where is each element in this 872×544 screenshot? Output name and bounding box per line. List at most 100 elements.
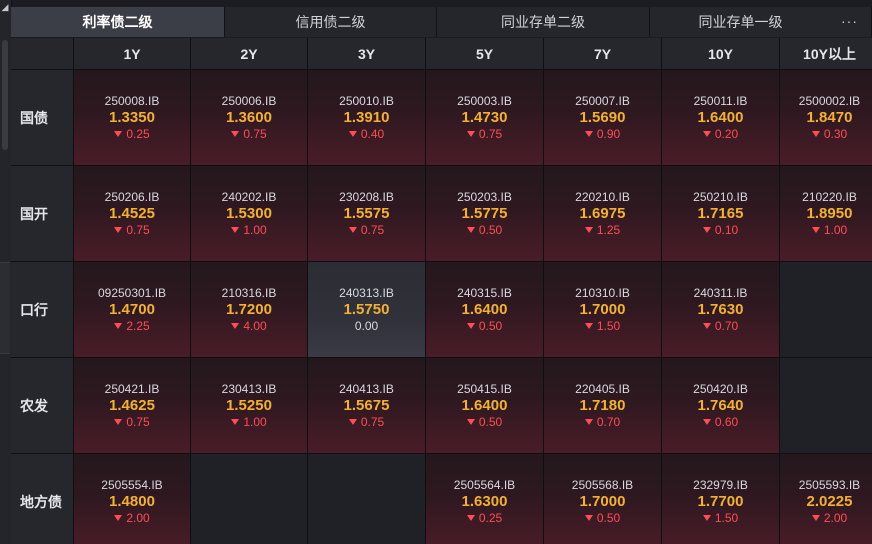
yield-rate: 1.4700 [109,300,155,318]
quote-cell[interactable]: 2500002.IB 1.8470 0.30 [780,70,872,165]
change-bp: 0.75 [114,223,150,238]
quote-cell[interactable]: 250007.IB 1.5690 0.90 [544,70,661,165]
bond-code: 250420.IB [693,381,748,396]
collapse-arrow-icon[interactable]: ◢ [0,0,10,14]
down-triangle-icon [702,131,711,137]
bond-code: 250006.IB [221,93,277,108]
bond-code: 230208.IB [339,189,394,204]
quote-cell[interactable]: 210316.IB 1.7200 4.00 [191,262,307,357]
quote-cell[interactable]: 250206.IB 1.4525 0.75 [74,166,190,261]
yield-rate: 1.6975 [579,204,626,222]
yield-rate: 1.3350 [109,108,155,126]
down-triangle-icon [114,515,123,521]
quote-cell[interactable]: 250420.IB 1.7640 0.60 [662,358,779,453]
column-header[interactable]: 2Y [191,38,307,69]
yield-rate: 1.4800 [109,492,155,510]
column-header[interactable]: 10Y以上 [780,38,872,69]
quote-cell[interactable]: 240311.IB 1.7630 0.70 [662,262,779,357]
row-header: 农发 [11,358,73,453]
change-value: 0.50 [478,318,503,333]
quote-cell[interactable]: 250010.IB 1.3910 0.40 [308,70,425,165]
change-bp: 1.50 [702,510,739,526]
bond-code: 232979.IB [693,477,748,492]
down-triangle-icon [231,227,240,233]
down-triangle-icon [584,515,593,521]
quote-cell[interactable]: 2505568.IB 1.7000 0.50 [544,454,661,544]
quote-cell[interactable]: 240413.IB 1.5675 0.75 [308,358,425,453]
column-header[interactable]: 3Y [308,38,425,69]
quote-cell[interactable]: 2505554.IB 1.4800 2.00 [74,454,190,544]
change-bp: 0.75 [231,127,267,142]
yield-rate: 1.7200 [226,300,272,318]
change-value: 0.50 [596,510,621,525]
change-value: 0.60 [714,414,739,429]
quote-cell[interactable]: 250210.IB 1.7165 0.10 [662,166,779,261]
bond-code: 220210.IB [575,189,630,204]
quote-cell[interactable]: 250011.IB 1.6400 0.20 [662,70,779,165]
yield-rate: 1.8950 [806,204,853,222]
quote-cell[interactable]: 230413.IB 1.5250 1.00 [191,358,307,453]
change-value: 0.75 [360,414,385,429]
bond-code: 240311.IB [693,285,748,300]
empty-cell [780,358,872,453]
quote-cell[interactable]: 240313.IB 1.5750 0.00 [308,262,425,357]
bond-code: 250206.IB [104,189,160,204]
yield-rate: 1.6400 [461,300,508,318]
change-bp: 0.75 [348,223,384,238]
yield-rate: 1.6300 [461,492,508,510]
scrollbar[interactable] [2,40,8,150]
yield-rate: 1.4525 [109,204,155,222]
quote-cell[interactable]: 250008.IB 1.3350 0.25 [74,70,190,165]
quote-cell[interactable]: 250203.IB 1.5775 0.50 [426,166,543,261]
quote-cell[interactable]: 250006.IB 1.3600 0.75 [191,70,307,165]
quote-cell[interactable]: 250421.IB 1.4625 0.75 [74,358,190,453]
change-bp: 0.70 [702,319,738,334]
column-header[interactable]: 7Y [544,38,661,69]
column-header[interactable]: 5Y [426,38,543,69]
down-triangle-icon [231,419,240,425]
bond-code: 250010.IB [339,93,394,108]
tab-credit-bond-secondary[interactable]: 信用债二级 [225,7,437,37]
quote-cell[interactable]: 250415.IB 1.6400 0.50 [426,358,543,453]
quote-cell[interactable]: 240202.IB 1.5300 1.00 [191,166,307,261]
yield-rate: 1.7000 [579,300,626,318]
quote-cell[interactable]: 09250301.IB 1.4700 2.25 [74,262,190,357]
yield-rate: 1.5575 [343,204,390,222]
change-value: 1.00 [823,222,848,237]
change-bp: 1.00 [231,415,267,430]
quote-cell[interactable]: 210310.IB 1.7000 1.50 [544,262,661,357]
yield-rate: 1.7630 [697,300,744,318]
quote-cell[interactable]: 2505564.IB 1.6300 0.25 [426,454,543,544]
yield-rate: 1.5750 [343,300,390,318]
down-triangle-icon [348,131,357,137]
bond-code: 210310.IB [575,285,630,300]
change-value: 0.10 [714,222,739,237]
quote-cell[interactable]: 220210.IB 1.6975 1.25 [544,166,661,261]
side-drawer-handle[interactable] [0,262,10,354]
tab-ncd-primary[interactable]: 同业存单一级 [650,7,872,37]
down-triangle-icon [702,227,711,233]
yield-rate: 1.5775 [461,204,508,222]
quote-cell[interactable]: 210220.IB 1.8950 1.00 [780,166,872,261]
change-bp: 0.60 [702,414,739,430]
column-header[interactable]: 1Y [74,38,190,69]
tab-rate-bond-secondary[interactable]: 利率债二级 [11,7,225,37]
down-triangle-icon [114,419,123,425]
quote-cell[interactable]: 240315.IB 1.6400 0.50 [426,262,543,357]
more-icon[interactable]: ··· [841,7,858,37]
quote-cell[interactable]: 232979.IB 1.7700 1.50 [662,454,779,544]
bond-code: 2505568.IB [571,477,634,492]
yield-rate: 1.5250 [226,396,272,414]
quote-cell[interactable]: 230208.IB 1.5575 0.75 [308,166,425,261]
yield-rate: 1.3600 [226,108,272,126]
quote-cell[interactable]: 220405.IB 1.7180 0.70 [544,358,661,453]
down-triangle-icon [584,227,593,233]
quote-cell[interactable]: 250003.IB 1.4730 0.75 [426,70,543,165]
change-value: 1.50 [714,510,739,525]
tab-ncd-secondary[interactable]: 同业存单二级 [437,7,650,37]
down-triangle-icon [466,131,475,137]
change-value: 2.00 [823,510,848,525]
column-header[interactable]: 10Y [662,38,779,69]
down-triangle-icon [466,515,475,521]
quote-cell[interactable]: 2505593.IB 2.0225 2.00 [780,454,872,544]
